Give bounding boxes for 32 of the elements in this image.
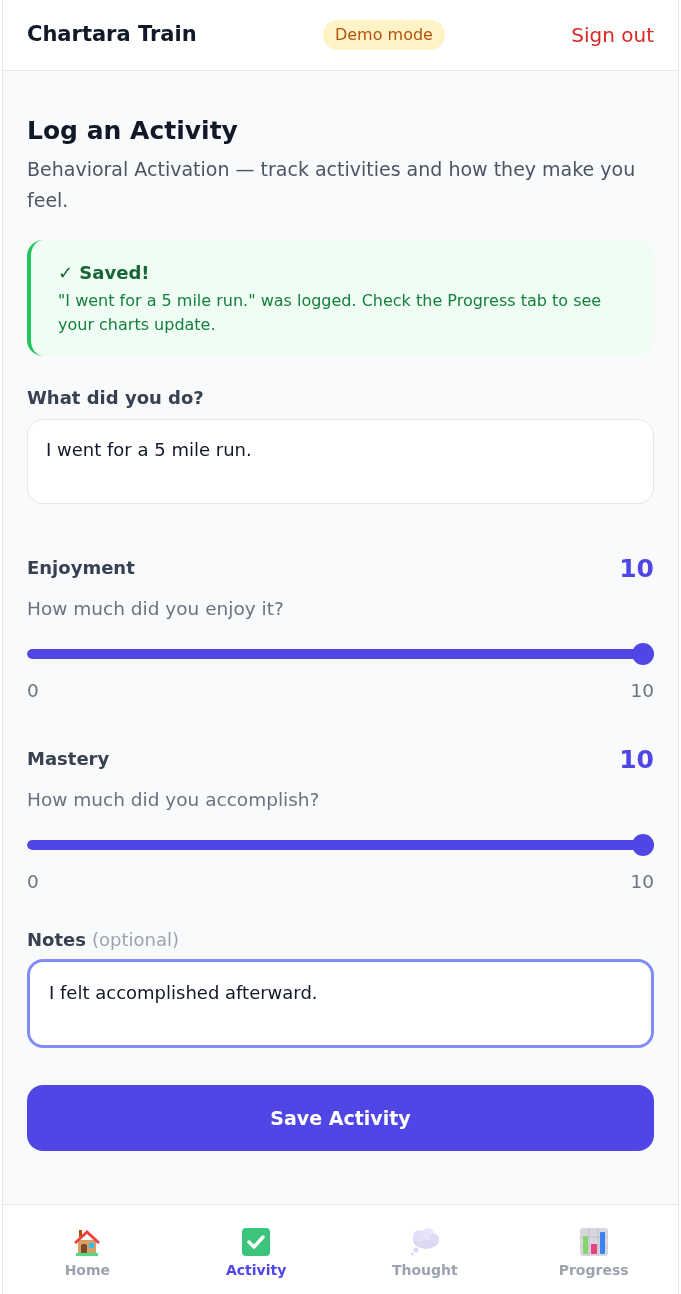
slider-min-label: 0 (27, 679, 39, 703)
slider-max-label: 10 (630, 679, 654, 703)
demo-mode-badge: Demo mode (322, 20, 445, 50)
slider-label: Mastery (27, 746, 110, 771)
check-box-icon (242, 1228, 271, 1256)
slider-label: Enjoyment (27, 556, 135, 581)
nav-tab[interactable]: Activity (171, 1205, 341, 1294)
house-icon (72, 1227, 103, 1257)
slider-min-label: 0 (27, 869, 39, 894)
app-title: Chartara Train (27, 21, 197, 49)
thought-cloud-icon (409, 1228, 440, 1256)
alert-title: ✓ Saved! (58, 261, 151, 286)
page-title: Log an Activity (27, 115, 239, 147)
slider-thumb[interactable] (632, 833, 654, 856)
alert-message: "I went for a 5 mile run." was logged. Check the Progress tab to see your charts update. (58, 290, 603, 337)
activity-input[interactable]: I went for a 5 mile run. (27, 419, 654, 505)
slider-hint: How much did you enjoy it? (27, 597, 285, 622)
slider[interactable] (27, 643, 654, 665)
notes-label: Notes (27, 928, 86, 953)
save-activity-button[interactable]: Save Activity (27, 1085, 654, 1152)
sign-out-link[interactable]: Sign out (571, 20, 654, 50)
slider-value: 10 (619, 556, 654, 582)
bar-chart-icon (579, 1228, 608, 1256)
page-subtitle: Behavioral Activation — track activities and how they make you feel. (27, 157, 637, 214)
slider-max-label: 10 (630, 869, 654, 894)
optional-hint: (optional) (91, 928, 179, 953)
slider[interactable] (27, 833, 654, 856)
slider-thumb[interactable] (632, 643, 654, 665)
notes-textarea[interactable]: I felt accomplished afterward. (27, 959, 654, 1049)
field-label: What did you do? (27, 386, 205, 411)
slider-hint: How much did you accomplish? (27, 787, 321, 812)
slider-value: 10 (619, 746, 654, 772)
